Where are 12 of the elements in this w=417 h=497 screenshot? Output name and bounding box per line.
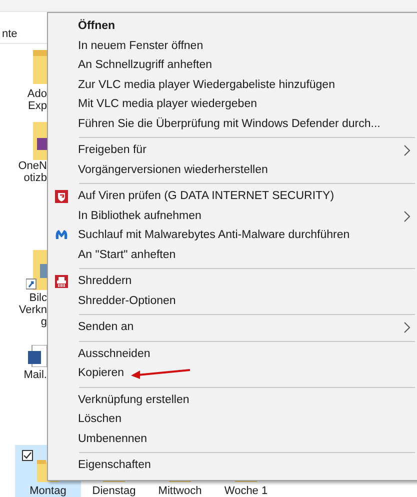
item-label: OneN — [18, 160, 47, 172]
item-label: otizb — [24, 172, 47, 184]
item-label: Ado — [27, 88, 47, 100]
item-label: Exp — [28, 100, 47, 112]
folder-label: Woche 1 — [224, 485, 268, 497]
folder-label: Montag — [30, 485, 66, 497]
item-label: Mail. — [24, 369, 47, 381]
folder-label: Mittwoch — [158, 485, 202, 497]
item-label: g — [40, 316, 47, 328]
folder-label: Dienstag — [92, 485, 136, 497]
item-label: Verkn — [18, 304, 47, 316]
item-label: Bilc — [29, 292, 47, 304]
